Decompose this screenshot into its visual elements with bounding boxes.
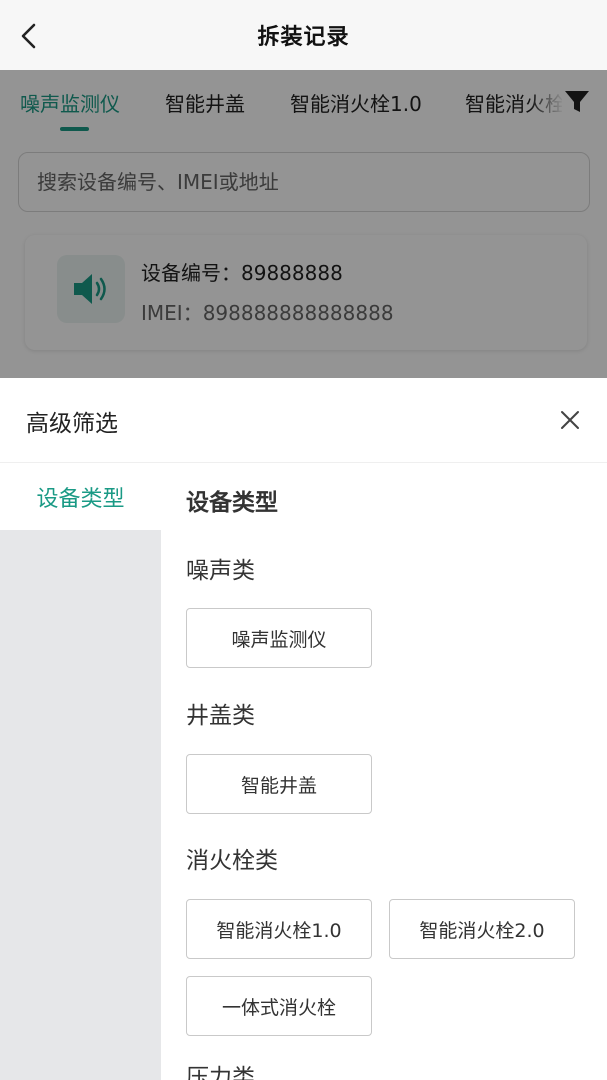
section-title: 设备类型 (186, 490, 278, 516)
option-noise-monitor[interactable]: 噪声监测仪 (186, 608, 372, 668)
sidebar-item-device-type[interactable]: 设备类型 (0, 463, 161, 530)
back-arrow-icon[interactable] (14, 20, 46, 52)
page-title: 拆装记录 (257, 25, 350, 50)
group-title-manhole: 井盖类 (186, 703, 255, 729)
nav-bar: 拆装记录 (0, 0, 607, 70)
group-title-pressure: 压力类 (186, 1065, 255, 1080)
group-title-hydrant: 消火栓类 (186, 848, 278, 874)
option-integrated-hydrant[interactable]: 一体式消火栓 (186, 976, 372, 1036)
overlay-mask[interactable] (0, 70, 607, 378)
advanced-filter-panel: 高级筛选 设备类型 设备类型 噪声类 噪声监测仪 井盖类 智能井盖 消火栓类 智… (0, 378, 607, 1080)
option-hydrant-1[interactable]: 智能消火栓1.0 (186, 899, 372, 959)
panel-title: 高级筛选 (26, 411, 118, 437)
option-smart-manhole[interactable]: 智能井盖 (186, 754, 372, 814)
option-hydrant-2[interactable]: 智能消火栓2.0 (389, 899, 575, 959)
filter-sidebar: 设备类型 (0, 463, 161, 1080)
group-title-noise: 噪声类 (186, 558, 255, 584)
filter-content: 设备类型 噪声类 噪声监测仪 井盖类 智能井盖 消火栓类 智能消火栓1.0 智能… (161, 463, 607, 1080)
close-icon[interactable] (556, 406, 584, 434)
panel-header: 高级筛选 (0, 378, 607, 463)
